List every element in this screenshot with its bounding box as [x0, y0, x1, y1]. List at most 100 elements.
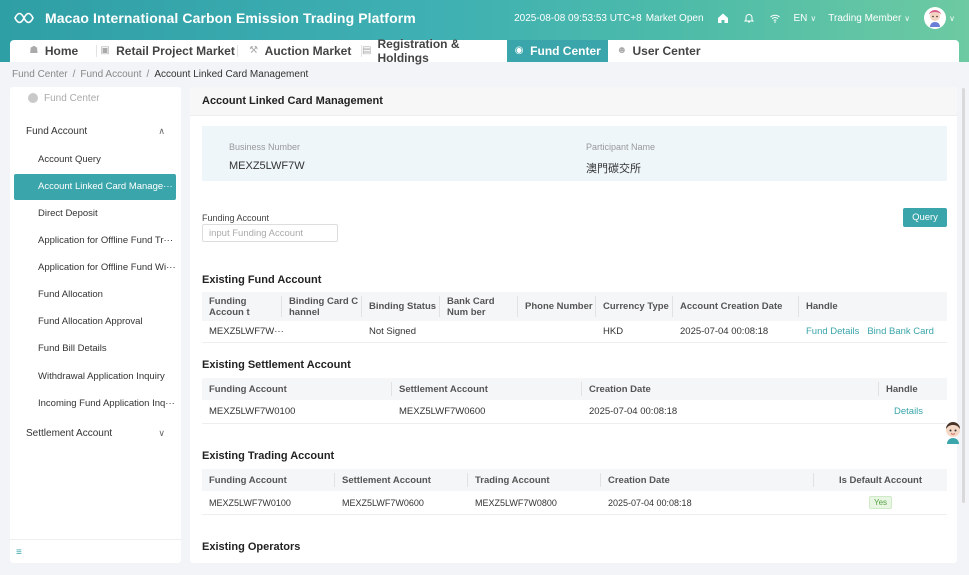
info-box: Business Number MEXZ5LWF7W Participant N…	[202, 126, 947, 181]
main-panel: Account Linked Card Management Business …	[190, 87, 957, 563]
tab-registration-holdings[interactable]: ▤ Registration & Holdings	[362, 37, 507, 65]
sidebar-item-account-linked-card[interactable]: Account Linked Card Manage···	[14, 174, 176, 200]
column-header: Binding Card C hannel	[282, 292, 362, 321]
user-role-label: Trading Member	[828, 12, 902, 24]
cell-funding-account: MEXZ5LWF7W0100	[209, 497, 291, 508]
column-header: Handle	[886, 383, 918, 395]
chevron-down-icon[interactable]: ∨	[158, 428, 165, 439]
breadcrumb-separator: /	[146, 69, 150, 80]
tab-retail-project-market[interactable]: ▣ Retail Project Market	[97, 40, 238, 62]
sidebar-item-account-query[interactable]: Account Query	[14, 147, 176, 173]
header-right: 2025-08-08 09:53:53 UTC+8 Market Open EN…	[514, 0, 955, 36]
cell-binding-status: Not Signed	[369, 326, 417, 337]
column-header: Trading Account	[468, 469, 601, 491]
cell-bank-card	[440, 321, 447, 342]
sidebar-footer: ≡	[10, 539, 181, 563]
cell-creation-date: 2025-07-04 00:08:18	[589, 406, 678, 417]
column-header: Creation Date	[582, 378, 879, 400]
sidebar-item-offline-fund-transfer[interactable]: Application for Offline Fund Tr···	[14, 228, 176, 254]
mcx-logo	[12, 6, 36, 30]
column-header: Account Creation Date	[673, 292, 799, 321]
chevron-down-icon: ∨	[810, 13, 817, 23]
sidebar-item-withdrawal-inquiry[interactable]: Withdrawal Application Inquiry	[14, 364, 176, 390]
main-nav: ☗ Home ▣ Retail Project Market ⚒ Auction Ma…	[10, 37, 959, 65]
user-role-select[interactable]: Trading Member ∨	[828, 13, 910, 24]
query-button[interactable]: Query	[903, 208, 947, 227]
business-number-value: MEXZ5LWF7W	[229, 160, 305, 172]
column-header: Binding Status	[362, 292, 440, 321]
cell-handle: Details	[887, 400, 923, 423]
breadcrumb-fund-center[interactable]: Fund Center	[12, 69, 68, 80]
cell-settlement-account: MEXZ5LWF7W0600	[399, 406, 486, 417]
cell-creation-date: 2025-07-04 00:08:18	[680, 326, 769, 337]
fund-center-icon	[28, 93, 38, 103]
sidebar-item-offline-fund-withdrawal[interactable]: Application for Offline Fund Wi···	[14, 255, 176, 281]
cell-trading-account: MEXZ5LWF7W0800	[475, 497, 557, 508]
datetime-text: 2025-08-08 09:53:53 UTC+8	[514, 12, 642, 24]
sidebar-item-fund-bill-details[interactable]: Fund Bill Details	[14, 336, 176, 362]
sidebar-header-label: Fund Center	[44, 92, 100, 104]
fund-details-link[interactable]: Fund Details	[806, 326, 859, 337]
tab-fund-center[interactable]: ◉ Fund Center	[507, 40, 608, 62]
breadcrumb-fund-account[interactable]: Fund Account	[80, 69, 141, 80]
assistant-mascot-icon[interactable]	[942, 420, 964, 444]
wifi-icon[interactable]	[768, 11, 782, 25]
table-row: MEXZ5LWF7W0100 MEXZ5LWF7W0600 2025-07-04…	[202, 400, 947, 424]
column-header: Currency Type	[596, 292, 673, 321]
cell-funding-account: MEXZ5LWF7W···	[209, 326, 284, 337]
cell-currency: HKD	[603, 326, 624, 337]
section-title-settlement-account: Existing Settlement Account	[202, 359, 351, 371]
sidebar-item-direct-deposit[interactable]: Direct Deposit	[14, 201, 176, 227]
language-select[interactable]: EN ∨	[794, 13, 817, 24]
collapse-menu-icon[interactable]: ≡	[16, 547, 22, 558]
tab-home[interactable]: ☗ Home	[10, 40, 97, 62]
gavel-icon: ⚒	[249, 45, 259, 56]
breadcrumb: Fund Center / Fund Account / Account Linked …	[12, 69, 308, 80]
cell-phone	[518, 321, 525, 342]
avatar[interactable]	[924, 7, 947, 29]
sidebar-group-fund-account[interactable]: Fund Account	[26, 126, 87, 137]
sidebar-group-settlement-account[interactable]: Settlement Account	[26, 428, 112, 439]
store-icon: ▣	[100, 45, 110, 56]
section-title-fund-account: Existing Fund Account	[202, 274, 322, 286]
platform-title: Macao International Carbon Emission Trad…	[45, 10, 416, 26]
column-header: Funding Account	[202, 469, 335, 491]
user-icon: ☻	[616, 45, 628, 56]
column-header: Funding Account	[202, 378, 392, 400]
trading-account-table-header: Funding Account Settlement Account Tradi…	[202, 469, 947, 491]
chevron-up-icon[interactable]: ∧	[158, 126, 165, 137]
bell-icon[interactable]	[742, 11, 756, 25]
table-row: MEXZ5LWF7W··· Not Signed HKD 2025-07-04 …	[202, 321, 947, 343]
cell-settlement-account: MEXZ5LWF7W0600	[342, 497, 424, 508]
sidebar-item-fund-allocation[interactable]: Fund Allocation	[14, 282, 176, 308]
fund-account-table-header: Funding Accoun t Binding Card C hannel B…	[202, 292, 947, 321]
sidebar: Fund Center Fund Account ∧ Account Query…	[10, 87, 181, 563]
sidebar-header: Fund Center	[10, 87, 181, 109]
column-header: Settlement Account	[335, 469, 468, 491]
tab-label: User Center	[632, 44, 701, 58]
column-header: Funding Accoun t	[202, 292, 282, 321]
breadcrumb-current: Account Linked Card Management	[154, 69, 309, 80]
chevron-down-icon[interactable]: ∨	[949, 14, 955, 23]
bind-bank-card-link[interactable]: Bind Bank Card	[867, 326, 934, 337]
cell-creation-date: 2025-07-04 00:08:18	[608, 497, 692, 508]
tab-user-center[interactable]: ☻ User Center	[608, 40, 709, 62]
settlement-account-table-header: Funding Account Settlement Account Creat…	[202, 378, 947, 400]
tab-label: Registration & Holdings	[377, 37, 460, 65]
cell-is-default: Yes	[814, 491, 947, 514]
business-number-label: Business Number	[229, 142, 301, 152]
status-badge: Yes	[868, 496, 893, 509]
language-label: EN	[793, 12, 808, 24]
home-icon[interactable]	[716, 11, 730, 25]
page-title: Account Linked Card Management	[190, 87, 957, 116]
tab-auction-market[interactable]: ⚒ Auction Market	[238, 40, 362, 62]
details-link[interactable]: Details	[894, 406, 923, 417]
funding-account-input[interactable]	[202, 224, 338, 242]
tab-label: Home	[44, 44, 79, 58]
sidebar-item-incoming-fund-inquiry[interactable]: Incoming Fund Application Inq···	[14, 391, 176, 417]
column-header: Creation Date	[601, 469, 814, 491]
fund-icon: ◉	[514, 45, 524, 56]
participant-name-label: Participant Name	[586, 142, 656, 152]
sidebar-item-fund-allocation-approval[interactable]: Fund Allocation Approval	[14, 309, 176, 335]
tab-label: Auction Market	[264, 44, 352, 58]
